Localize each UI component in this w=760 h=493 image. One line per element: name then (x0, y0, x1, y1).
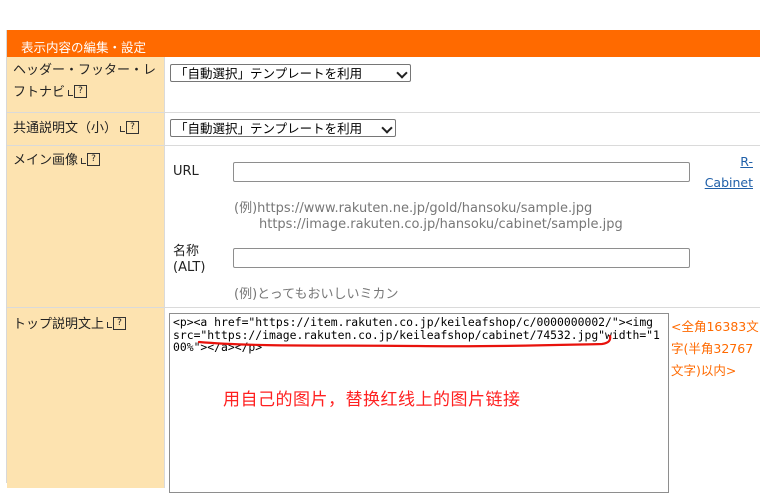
url-example-2: https://image.rakuten.co.jp/hansoku/cabi… (259, 217, 623, 232)
chevron-down-icon (396, 67, 408, 79)
settings-panel: 表示内容の編集・設定 ヘッダー・フッター・レフトナビ? 「自動選択」テンプレート… (6, 30, 760, 493)
main-image-url-input[interactable] (233, 162, 690, 182)
annotation-text: 用自己的图片，替换红线上的图片链接 (223, 390, 521, 410)
help-icon[interactable]: ? (113, 317, 127, 330)
row-label: トップ説明文上 (13, 317, 105, 332)
label-cell: 共通説明文（小）? (7, 113, 165, 145)
url-example-1: (例)https://www.rakuten.ne.jp/gold/hansok… (234, 201, 593, 216)
header-footer-select[interactable]: 「自動選択」テンプレートを利用 (170, 64, 411, 82)
url-label: URL (173, 164, 199, 179)
label-cell: メイン画像? (7, 146, 165, 307)
alt-label: 名称 (173, 244, 200, 259)
label-cell: ヘッダー・フッター・レフトナビ? (7, 57, 165, 112)
chevron-down-icon (381, 122, 393, 134)
red-underline (197, 334, 612, 348)
row-main-image: メイン画像? URL R- Cabinet (例)https://www.rak… (7, 146, 760, 308)
row-label: メイン画像 (13, 153, 79, 168)
row-top-desc: トップ説明文上? <p><a href="https://item.rakute… (7, 308, 760, 493)
alt-example: (例)とってもおいしいミカン (234, 287, 399, 302)
help-icon[interactable]: ? (87, 153, 101, 166)
red-underline-stroke (197, 334, 612, 348)
main-image-alt-input[interactable] (233, 248, 690, 268)
row-header-footer: ヘッダー・フッター・レフトナビ? 「自動選択」テンプレートを利用 (7, 57, 760, 113)
r-cabinet-link[interactable]: R- Cabinet (697, 151, 753, 193)
help-icon[interactable]: ? (126, 121, 140, 134)
alt-label-sub: (ALT) (173, 260, 206, 275)
common-desc-select[interactable]: 「自動選択」テンプレートを利用 (170, 119, 396, 137)
help-icon[interactable]: ? (74, 85, 88, 98)
section-title: 表示内容の編集・設定 (21, 40, 147, 55)
row-common-desc: 共通説明文（小）? 「自動選択」テンプレートを利用 (7, 113, 760, 146)
label-cell: トップ説明文上? (7, 308, 165, 488)
char-limit-note: <全角16383文字(半角32767文字)以内> (671, 319, 759, 378)
row-label: 共通説明文（小） (13, 121, 118, 136)
section-header: 表示内容の編集・設定 (7, 30, 760, 57)
